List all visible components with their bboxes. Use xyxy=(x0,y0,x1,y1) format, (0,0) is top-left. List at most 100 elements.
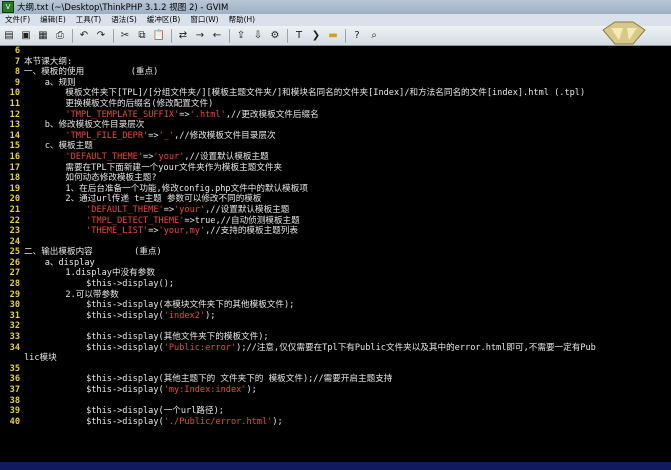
editor-line[interactable]: 20 2、通过url传递 t=主题 参数可以修改不同的模板 xyxy=(0,194,671,205)
find-help-icon[interactable]: ⌕ xyxy=(367,29,381,43)
menu-bar: 文件(F) 编辑(E) 工具(T) 语法(S) 缓冲区(B) 窗口(W) 帮助(… xyxy=(0,14,671,26)
menu-tools[interactable]: 工具(T) xyxy=(71,14,106,26)
line-text: 1.display中没有参数 xyxy=(24,268,155,279)
line-number: 32 xyxy=(9,321,20,332)
editor-line[interactable]: 30 $this->display(本模块文件夹下的其他模板文件); xyxy=(0,300,671,311)
editor-line[interactable]: 12 'TMPL_TEMPLATE_SUFFIX'=>'.html',//更改模… xyxy=(0,110,671,121)
editor-line[interactable]: 32 xyxy=(0,321,671,332)
paste-icon[interactable]: 📋 xyxy=(152,29,166,43)
line-text: 1、在后台准备一个功能,修改config.php文件中的默认模板项 xyxy=(24,183,308,194)
line-number: 27 xyxy=(9,268,20,279)
editor-line[interactable]: 28 $this->display(); xyxy=(0,279,671,290)
copy-icon[interactable]: ⧉ xyxy=(135,29,149,43)
editor-line[interactable]: 19 1、在后台准备一个功能,修改config.php文件中的默认模板项 xyxy=(0,184,671,195)
line-number: 9 xyxy=(14,77,20,88)
editor-line[interactable]: 27 1.display中没有参数 xyxy=(0,268,671,279)
editor-line[interactable]: 37 $this->display('my:Index:index'); xyxy=(0,385,671,396)
menu-window[interactable]: 窗口(W) xyxy=(185,14,223,26)
line-text: 二、输出模板内容 (重点) xyxy=(24,247,162,258)
editor-line[interactable]: 23 'THEME_LIST'=>'your,my',//支持的模板主题列表 xyxy=(0,226,671,237)
line-text: $this->display(其他文件夹下的模板文件); xyxy=(24,332,269,343)
menu-edit[interactable]: 编辑(E) xyxy=(35,14,71,26)
menu-syntax[interactable]: 语法(S) xyxy=(106,14,142,26)
editor-line[interactable]: 14 'TMPL_FILE_DEPR'=>'_',//修改模板文件目录层次 xyxy=(0,131,671,142)
menu-file[interactable]: 文件(F) xyxy=(0,14,35,26)
editor-line[interactable]: 25 二、输出模板内容 (重点) xyxy=(0,247,671,258)
line-number: 11 xyxy=(9,98,20,109)
line-text: c、模板主题 xyxy=(24,141,93,152)
line-number: 22 xyxy=(9,215,20,226)
find-replace-icon[interactable]: ⇄ xyxy=(176,29,190,43)
line-number: 13 xyxy=(9,120,20,131)
editor-line[interactable]: 16 'DEFAULT_THEME'=>'your',//设置默认模板主题 xyxy=(0,152,671,163)
editor-line[interactable]: 36 $this->display(其他主题下的 文件夹下的 模板文件);//需… xyxy=(0,374,671,385)
line-number: 24 xyxy=(9,236,20,247)
editor-line[interactable]: lic模块 xyxy=(0,353,671,364)
open-icon[interactable]: ▤ xyxy=(2,29,16,43)
editor-line[interactable]: 6 xyxy=(0,46,671,57)
save-session-icon[interactable]: ⇩ xyxy=(251,29,265,43)
editor-line[interactable]: 9 a、规则 xyxy=(0,78,671,89)
editor-line[interactable]: 21 'DEFAULT_THEME'=>'your',//设置默认模板主题 xyxy=(0,205,671,216)
editor-line[interactable]: 34 $this->display('Public:error');//注意,仅… xyxy=(0,343,671,354)
print-icon[interactable]: ⎙ xyxy=(53,29,67,43)
toolbar-separator xyxy=(113,28,114,43)
editor-line[interactable]: 17 需要在TPL下面新建一个your文件夹作为模板主题文件夹 xyxy=(0,163,671,174)
toolbar-separator xyxy=(287,28,288,43)
line-text: $this->display(一个url路径); xyxy=(24,406,224,417)
line-text: 模板文件夹下[TPL]/[分组文件夹/][模板主题文件夹/]和模块名同名的文件夹… xyxy=(24,88,586,99)
editor-line[interactable]: 8 一、模板的使用 (重点) xyxy=(0,67,671,78)
line-text: $this->display(其他主题下的 文件夹下的 模板文件);//需要开启… xyxy=(24,374,393,385)
vim-logo-icon xyxy=(602,21,646,45)
editor-line[interactable]: 40 $this->display('./Public/error.html')… xyxy=(0,417,671,428)
line-text: 一、模板的使用 (重点) xyxy=(24,67,159,78)
title-bar: V 大纲.txt (~\Desktop\ThinkPHP 3.1.2 视图 2)… xyxy=(0,0,671,14)
toolbar-separator xyxy=(229,28,230,43)
editor-line[interactable]: 38 xyxy=(0,396,671,407)
editor-line[interactable]: 35 xyxy=(0,364,671,375)
editor-line[interactable]: 26 a、display xyxy=(0,258,671,269)
line-text: $this->display(本模块文件夹下的其他模板文件); xyxy=(24,300,295,311)
editor-line[interactable]: 10 模板文件夹下[TPL]/[分组文件夹/][模板主题文件夹/]和模块名同名的… xyxy=(0,88,671,99)
menu-buffers[interactable]: 缓冲区(B) xyxy=(142,14,186,26)
redo-icon[interactable]: ↷ xyxy=(94,29,108,43)
shell-icon[interactable]: ❯ xyxy=(309,29,323,43)
editor-line[interactable]: 33 $this->display(其他文件夹下的模板文件); xyxy=(0,332,671,343)
toolbar-separator xyxy=(171,28,172,43)
save-all-icon[interactable]: ▦ xyxy=(36,29,50,43)
make-tags-icon[interactable]: ▬ xyxy=(326,29,340,43)
line-text: 更换模板文件的后缀名(修改配置文件) xyxy=(24,98,214,109)
run-script-icon[interactable]: ⚙ xyxy=(268,29,282,43)
find-next-icon[interactable]: → xyxy=(193,29,207,43)
make-icon[interactable]: T xyxy=(292,29,306,43)
editor-line[interactable]: 31 $this->display('index2'); xyxy=(0,311,671,322)
line-text: 本节课大纲: xyxy=(24,56,73,67)
editor-line[interactable]: 39 $this->display(一个url路径); xyxy=(0,406,671,417)
load-session-icon[interactable]: ⇪ xyxy=(234,29,248,43)
line-text: 2、通过url传递 t=主题 参数可以修改不同的模板 xyxy=(24,194,262,205)
editor-line[interactable]: 18 如何动态修改模板主题? xyxy=(0,173,671,184)
editor-area[interactable]: 6 7 本节课大纲: 8 一、模板的使用 (重点) 9 a、规则 10 模板文件夹下[TPL… xyxy=(0,46,671,462)
line-text: lic模块 xyxy=(24,353,57,364)
line-number: 10 xyxy=(9,88,20,99)
line-text: 'TMPL_DETECT_THEME'=>true,//自动侦测模板主题 xyxy=(86,215,300,226)
line-number: 30 xyxy=(9,300,20,311)
find-prev-icon[interactable]: ← xyxy=(210,29,224,43)
editor-line[interactable]: 24 xyxy=(0,237,671,248)
line-text: $this->display('index2'); xyxy=(24,310,216,321)
cut-icon[interactable]: ✂ xyxy=(118,29,132,43)
help-icon[interactable]: ? xyxy=(350,29,364,43)
save-icon[interactable]: ▣ xyxy=(19,29,33,43)
editor-line[interactable]: 29 2.可以带参数 xyxy=(0,290,671,301)
editor-line[interactable]: 22 'TMPL_DETECT_THEME'=>true,//自动侦测模板主题 xyxy=(0,216,671,227)
editor-line[interactable]: 11 更换模板文件的后缀名(修改配置文件) xyxy=(0,99,671,110)
menu-help[interactable]: 帮助(H) xyxy=(224,14,261,26)
editor-line[interactable]: 13 b、修改模板文件目录层次 xyxy=(0,120,671,131)
line-text: a、规则 xyxy=(24,77,76,88)
line-number: 26 xyxy=(9,257,20,268)
editor-line[interactable]: 15 c、模板主题 xyxy=(0,141,671,152)
line-number: 16 xyxy=(9,151,20,162)
line-number: 15 xyxy=(9,141,20,152)
undo-icon[interactable]: ↶ xyxy=(77,29,91,43)
editor-line[interactable]: 7 本节课大纲: xyxy=(0,57,671,68)
